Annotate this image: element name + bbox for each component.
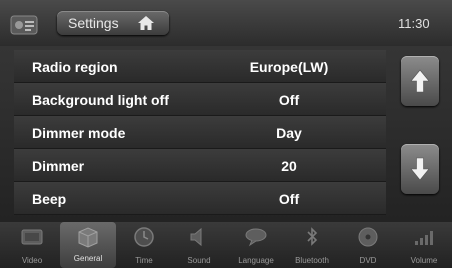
nav-volume[interactable]: Volume <box>396 222 452 268</box>
nav-general[interactable]: General <box>60 222 116 268</box>
setting-label: Dimmer <box>32 158 85 174</box>
nav-label: Language <box>238 256 274 265</box>
home-icon[interactable] <box>137 15 155 31</box>
nav-sound[interactable]: Sound <box>171 222 227 268</box>
bluetooth-icon <box>307 227 318 246</box>
disc-icon <box>358 227 378 247</box>
settings-screen: Settings 11:30 Radio region Europe(LW) B… <box>0 0 452 268</box>
nav-dvd[interactable]: DVD <box>340 222 396 268</box>
nav-label: DVD <box>359 256 377 265</box>
setting-value: Europe(LW) <box>249 59 329 75</box>
nav-bluetooth[interactable]: Bluetooth <box>284 222 340 268</box>
setting-label: Beep <box>32 191 67 207</box>
arrow-up-icon <box>410 69 430 93</box>
scroll-up-button[interactable] <box>401 56 439 106</box>
page-title: Settings <box>68 15 119 31</box>
clock: 11:30 <box>398 16 430 31</box>
nav-time[interactable]: Time <box>116 222 172 268</box>
language-icon <box>245 228 267 247</box>
nav-label: Time <box>135 256 153 265</box>
setting-value: Day <box>276 125 302 141</box>
nav-video[interactable]: Video <box>4 222 60 268</box>
bottom-nav: Video General Time Sound Language Blueto… <box>0 222 452 268</box>
setting-value: Off <box>278 92 300 108</box>
setting-row-beep[interactable]: Beep Off <box>14 182 386 215</box>
setting-row-dimmer-mode[interactable]: Dimmer mode Day <box>14 116 386 149</box>
settings-app-icon[interactable] <box>10 13 38 37</box>
arrow-down-icon <box>410 157 430 181</box>
nav-label: Sound <box>187 256 211 265</box>
clock-icon <box>134 227 154 247</box>
setting-label: Background light off <box>32 92 169 108</box>
setting-row-background-light-off[interactable]: Background light off Off <box>14 83 386 116</box>
setting-value: 20 <box>281 158 297 174</box>
settings-title-button[interactable]: Settings <box>57 11 169 35</box>
setting-row-dimmer[interactable]: Dimmer 20 <box>14 149 386 182</box>
setting-label: Dimmer mode <box>32 125 126 141</box>
nav-label: Video <box>21 256 43 265</box>
setting-row-radio-region[interactable]: Radio region Europe(LW) <box>14 50 386 83</box>
nav-label: General <box>73 254 103 263</box>
video-icon <box>21 229 43 245</box>
nav-language[interactable]: Language <box>228 222 284 268</box>
general-icon <box>78 227 98 248</box>
settings-list: Radio region Europe(LW) Background light… <box>14 50 386 217</box>
nav-label: Volume <box>410 256 438 265</box>
volume-icon <box>415 231 433 245</box>
nav-label: Bluetooth <box>295 256 329 265</box>
setting-value: Off <box>278 191 300 207</box>
setting-label: Radio region <box>32 59 118 75</box>
speaker-icon <box>190 227 202 247</box>
top-bar: Settings 11:30 <box>0 0 452 46</box>
scroll-down-button[interactable] <box>401 144 439 194</box>
